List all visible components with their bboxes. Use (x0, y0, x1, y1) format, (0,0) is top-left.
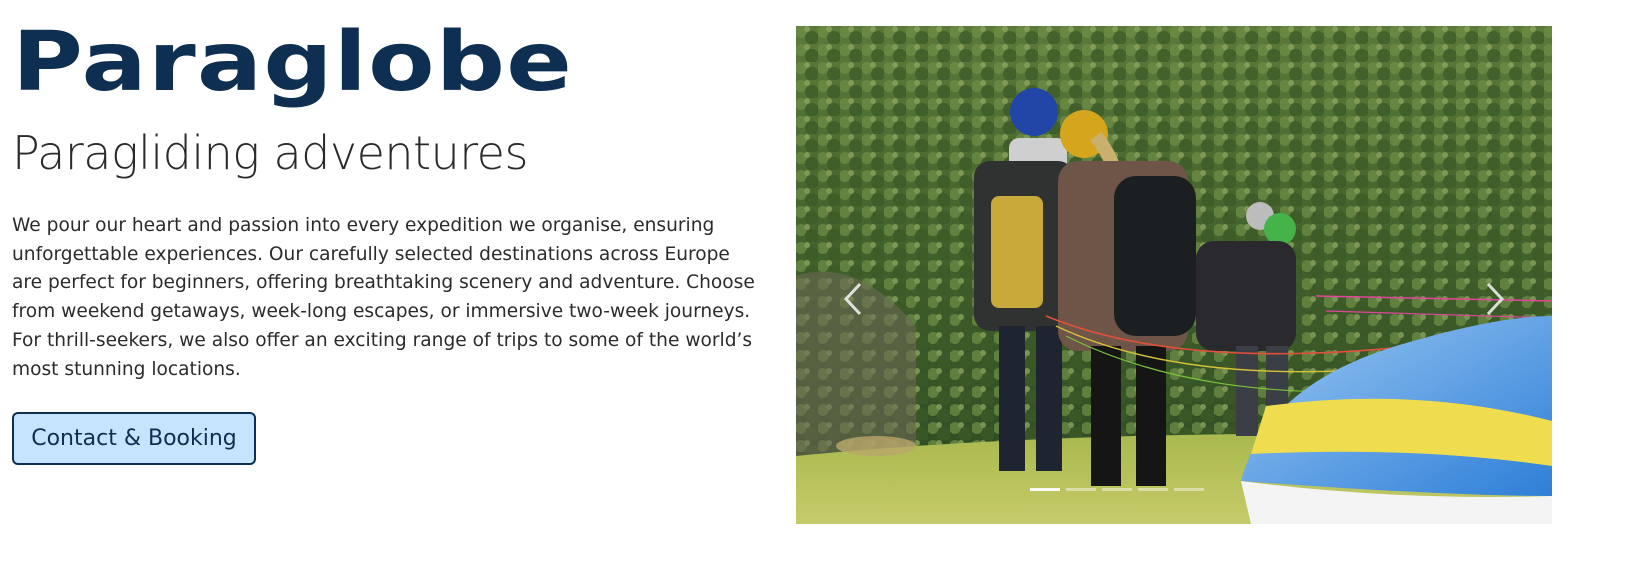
hero-section: Paraglobe Paragliding adventures We pour… (0, 0, 1650, 583)
chevron-left-icon (843, 282, 862, 316)
carousel-indicators (1030, 488, 1204, 491)
carousel-indicator[interactable] (1102, 488, 1132, 491)
carousel-prev-button[interactable] (838, 274, 868, 324)
carousel-indicator[interactable] (1174, 488, 1204, 491)
chevron-right-icon (1486, 282, 1505, 316)
image-carousel[interactable] (796, 26, 1552, 524)
brand-title: Paraglobe (12, 15, 574, 110)
carousel-indicator[interactable] (1066, 488, 1096, 491)
contact-booking-button[interactable]: Contact & Booking (12, 412, 256, 465)
carousel-next-button[interactable] (1480, 274, 1510, 324)
paragliders-photo (796, 26, 1552, 524)
intro-paragraph: We pour our heart and passion into every… (12, 215, 755, 380)
tagline: Paragliding adventures (12, 126, 528, 180)
carousel-indicator[interactable] (1030, 488, 1060, 491)
carousel-indicator[interactable] (1138, 488, 1168, 491)
